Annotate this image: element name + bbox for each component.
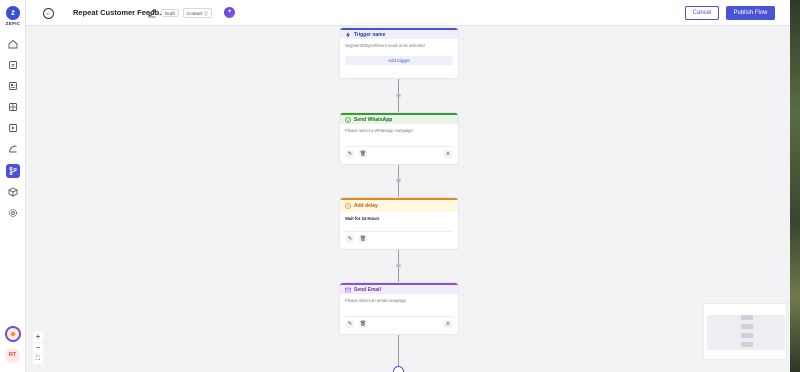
edit-icon[interactable]: ✎	[346, 235, 354, 243]
minimap[interactable]	[703, 303, 787, 360]
add-step-plus-icon[interactable]: +	[396, 93, 401, 98]
minimap-node	[741, 315, 753, 320]
email-node-description: Please select an email campaign	[345, 298, 407, 303]
node-footer: ✎ 🗑 ⋔	[345, 146, 453, 158]
send-whatsapp-node[interactable]: Send WhatsApp Please select a Whatsapp c…	[340, 113, 458, 164]
trigger-node-header: Trigger name	[340, 28, 458, 39]
send-email-node[interactable]: Send Email Please select an email campai…	[340, 283, 458, 334]
pencil-edit-icon[interactable]	[147, 8, 157, 18]
top-header: ← Repeat Customer Feedb... Draft Contact…	[26, 0, 790, 26]
logo-text: ZEPIC	[5, 21, 21, 26]
assistant-avatar-icon[interactable]	[5, 326, 21, 342]
home-icon[interactable]	[6, 37, 20, 51]
node-footer: ✎ 🗑	[345, 231, 453, 243]
back-arrow-icon[interactable]: ←	[43, 8, 54, 19]
email-node-header: Send Email	[340, 283, 458, 294]
node-footer: ✎ 🗑 ⋔	[345, 316, 453, 328]
minimap-node	[741, 324, 753, 329]
info-icon: ⓘ	[203, 11, 209, 16]
minimap-viewport	[707, 315, 785, 350]
whatsapp-icon	[345, 116, 351, 123]
email-node-title: Send Email	[354, 286, 381, 293]
segments-icon[interactable]	[6, 79, 20, 93]
dashboard-icon[interactable]	[6, 100, 20, 114]
delete-icon[interactable]: 🗑	[359, 235, 367, 243]
user-avatar[interactable]: RT	[5, 348, 20, 363]
minimap-node	[741, 333, 753, 338]
sidebar: z ZEPIC RT	[0, 0, 26, 372]
delay-node-description: Wait for 24 Hours	[345, 216, 380, 221]
whatsapp-node-title: Send WhatsApp	[354, 116, 393, 123]
whatsapp-node-description: Please select a Whatsapp campaign	[345, 128, 413, 133]
campaigns-icon[interactable]	[6, 121, 20, 135]
lightning-icon	[346, 31, 350, 38]
flow-builder-app: z ZEPIC RT ← Repeat Customer Feedb... Dr…	[0, 0, 790, 372]
settings-icon[interactable]	[6, 206, 20, 220]
analytics-icon[interactable]	[6, 142, 20, 156]
edit-icon[interactable]: ✎	[346, 150, 354, 158]
branch-icon[interactable]: ⋔	[444, 320, 452, 328]
zepic-logo: z	[6, 6, 20, 20]
add-step-plus-icon[interactable]: +	[396, 178, 401, 183]
desktop-background	[790, 0, 800, 372]
add-delay-node[interactable]: Add delay Wait for 24 Hours ✎ 🗑	[340, 198, 458, 249]
templates-icon[interactable]	[6, 185, 20, 199]
contact-badge[interactable]: Contact ⓘ	[183, 8, 213, 18]
flows-icon[interactable]	[6, 164, 20, 178]
trigger-node-title: Trigger name	[354, 31, 386, 38]
whatsapp-node-header: Send WhatsApp	[340, 113, 458, 124]
minimap-node	[741, 342, 753, 347]
clock-icon	[345, 203, 351, 209]
zoom-in-button[interactable]: +	[33, 332, 43, 342]
delay-node-title: Add delay	[354, 203, 378, 209]
contact-badge-label: Contact	[187, 11, 203, 16]
contacts-icon[interactable]	[6, 58, 20, 72]
fit-view-button[interactable]: ⛶	[33, 354, 43, 364]
envelope-icon	[345, 287, 351, 292]
trigger-node-description: Segment/Object/Event need to be selected	[345, 43, 425, 48]
branch-icon[interactable]: ⋔	[444, 150, 452, 158]
publish-flow-button[interactable]: Publish Flow	[726, 6, 775, 20]
delay-node-header: Add delay	[340, 198, 458, 212]
cancel-button[interactable]: Cancel	[685, 6, 719, 20]
ai-sparkle-icon[interactable]: ✦	[224, 7, 235, 18]
add-step-handle[interactable]	[393, 366, 404, 372]
add-step-plus-icon[interactable]: +	[396, 263, 401, 268]
delete-icon[interactable]: 🗑	[359, 320, 367, 328]
status-badge: Draft	[161, 9, 179, 17]
delete-icon[interactable]: 🗑	[359, 150, 367, 158]
zoom-out-button[interactable]: −	[33, 343, 43, 353]
trigger-node[interactable]: Trigger name Segment/Object/Event need t…	[340, 28, 458, 78]
edit-icon[interactable]: ✎	[346, 320, 354, 328]
add-trigger-button[interactable]: Add trigger	[345, 56, 453, 65]
